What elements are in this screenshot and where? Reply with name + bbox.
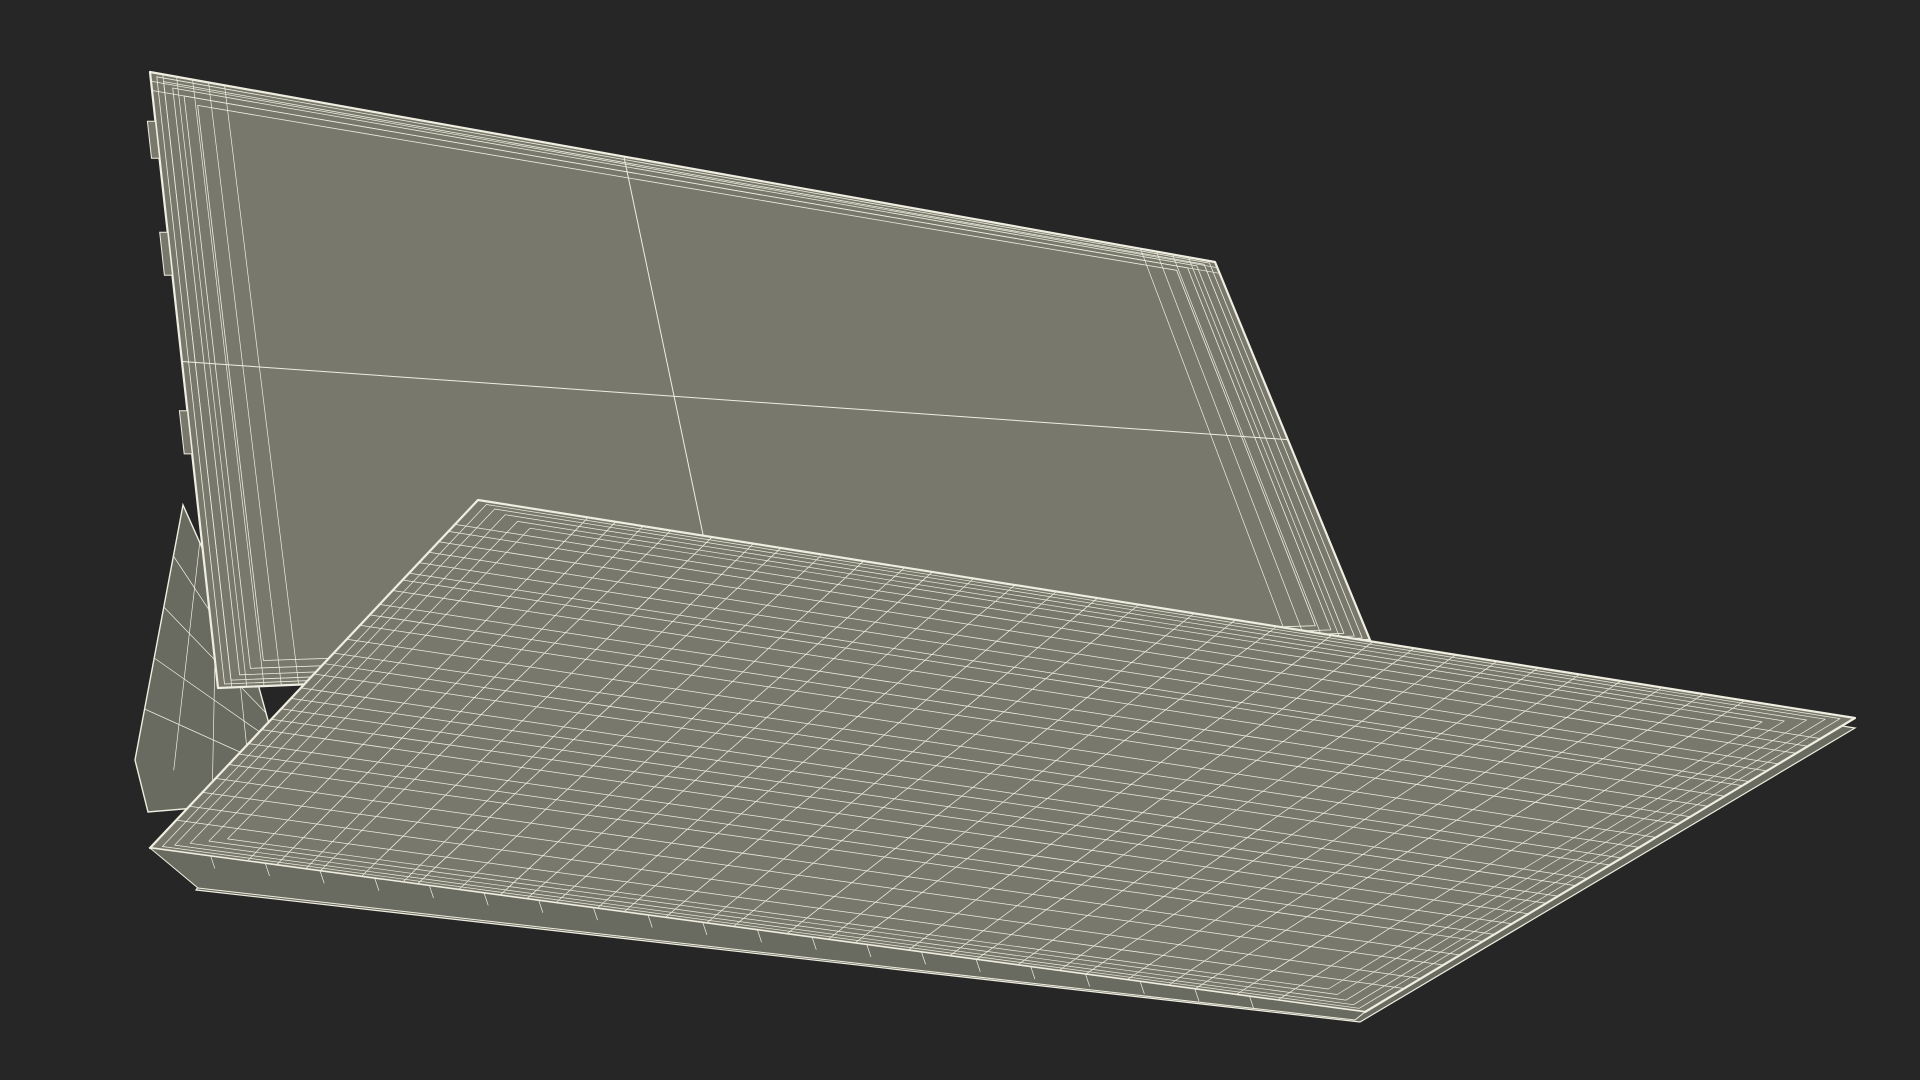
wireframe-viewport	[0, 0, 1920, 1080]
wireframe-render	[134, 70, 1857, 1023]
